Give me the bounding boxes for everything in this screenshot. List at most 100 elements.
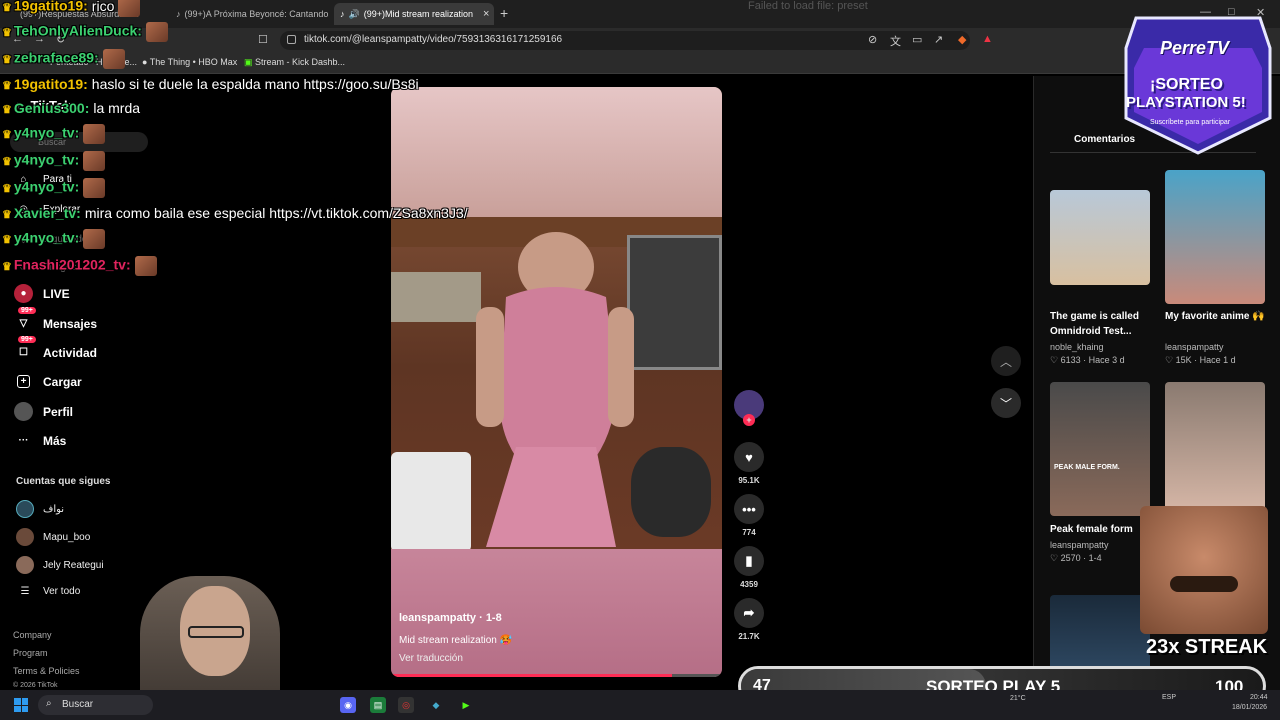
- video-user[interactable]: noble_khaing: [1050, 342, 1104, 352]
- chat-username: 19gatito19:: [13, 76, 88, 92]
- see-all-label: Ver todo: [43, 586, 81, 597]
- video-user[interactable]: leanspampatty: [1050, 540, 1109, 550]
- previous-video-button[interactable]: ︿: [991, 346, 1021, 376]
- video-thumbnail[interactable]: PEAK MALE FORM.: [1050, 382, 1150, 516]
- nav-mas[interactable]: ··· Más: [14, 431, 67, 450]
- crown-icon: ♛: [2, 1, 12, 14]
- brave-shield-icon[interactable]: ◆: [958, 33, 966, 46]
- app2-icon[interactable]: ◆: [428, 697, 444, 713]
- translate-link[interactable]: Ver traducción: [399, 653, 463, 664]
- browser-tab-3[interactable]: ♪ 🔊 (99+)Mid stream realization ×: [334, 3, 494, 25]
- author-avatar-button[interactable]: +: [733, 390, 765, 426]
- avatar: [16, 528, 34, 546]
- chat-text: haslo si te duele la espalda mano https:…: [91, 76, 419, 92]
- following-name: Jely Reategui: [43, 559, 104, 571]
- nav-mensajes[interactable]: ▽ 99+ Mensajes: [14, 307, 98, 333]
- obs-icon[interactable]: ◎: [398, 697, 414, 713]
- video-user[interactable]: leanspampatty: [1165, 342, 1224, 352]
- chat-emote: [118, 0, 141, 17]
- nav-perfil[interactable]: Perfil: [14, 402, 73, 421]
- nav-live[interactable]: ● LIVE: [14, 284, 70, 303]
- bookmark-item-hbo[interactable]: ● The Thing • HBO Max: [142, 57, 237, 67]
- nav-cargar[interactable]: + Cargar: [14, 372, 82, 391]
- video-title[interactable]: The game is called Omnidroid Test...: [1050, 309, 1150, 339]
- video-title[interactable]: Peak female form: [1050, 522, 1150, 537]
- bookmark-item-kick[interactable]: ▣ Stream - Kick Dashb...: [244, 57, 345, 68]
- chat-text: rico: [91, 0, 115, 14]
- close-tab-icon[interactable]: ×: [483, 8, 489, 20]
- video-title[interactable]: My favorite anime 🙌: [1165, 309, 1265, 324]
- comment-button[interactable]: ••• 774: [733, 494, 765, 537]
- new-tab-icon[interactable]: +: [500, 5, 508, 21]
- kick-taskbar-icon[interactable]: ▶: [458, 697, 474, 713]
- site-info-icon[interactable]: [287, 35, 296, 44]
- chat-emote: [83, 229, 106, 249]
- chat-message: ♛ Fnashi201202_tv:: [2, 256, 157, 276]
- when: 1-4: [1088, 553, 1102, 563]
- bookmark-page-icon[interactable]: ☐: [258, 33, 268, 46]
- heart-icon: ♥: [734, 442, 764, 472]
- hbo-icon: ●: [142, 57, 150, 67]
- chat-username: Genius300:: [13, 100, 90, 116]
- translate-icon[interactable]: 文: [890, 33, 901, 49]
- following-item[interactable]: نواف: [16, 500, 64, 518]
- discord-icon[interactable]: ◉: [340, 697, 356, 713]
- share-page-icon[interactable]: ↗: [934, 33, 943, 46]
- taskbar-search-label: Buscar: [62, 699, 94, 710]
- rewards-icon[interactable]: ▲: [982, 33, 993, 45]
- save-button[interactable]: ▮ 4359: [733, 546, 765, 589]
- chat-message: ♛ 19gatito19: haslo si te duele la espalda…: [2, 76, 419, 92]
- nav-label: Mensajes: [43, 316, 98, 331]
- screen: (99+)Respuestas Absurdas ... ♪ (99+)A Pró…: [0, 0, 1280, 720]
- see-all-link[interactable]: ☰ Ver todo: [16, 586, 81, 597]
- follow-plus-icon[interactable]: +: [743, 414, 755, 426]
- clock-date[interactable]: 18/01/2026: [1232, 704, 1267, 711]
- nav-label: LIVE: [43, 286, 70, 301]
- heart-icon: ♡: [1050, 553, 1061, 563]
- cast-icon[interactable]: ▭: [912, 33, 922, 46]
- nav-actividad[interactable]: ☐ 99+ Actividad: [14, 336, 97, 362]
- mute-icon[interactable]: ⊘: [868, 33, 877, 46]
- chat-username: y4nyo_tv:: [13, 178, 80, 195]
- author-name: leanspampatty: [399, 612, 477, 624]
- windows-start-icon[interactable]: [14, 698, 28, 712]
- video-thumbnail[interactable]: [1050, 190, 1150, 285]
- following-header: Cuentas que sigues: [16, 476, 111, 487]
- video-thumbnail[interactable]: [1165, 382, 1265, 516]
- chat-message: ♛ y4nyo_tv:: [2, 124, 106, 144]
- following-item[interactable]: Mapu_boo: [16, 528, 90, 546]
- chat-message: ♛ y4nyo_tv:: [2, 151, 106, 171]
- browser-tab-2[interactable]: ♪ (99+)A Próxima Beyoncé: Cantando: [170, 3, 330, 25]
- giveaway-line1: ¡SORTEO: [1150, 76, 1223, 93]
- giveaway-subtitle: Suscríbete para participar: [1150, 119, 1231, 126]
- mustache: [1170, 576, 1238, 592]
- following-item[interactable]: Jely Reategui: [16, 556, 104, 574]
- video-thumbnail[interactable]: [1165, 170, 1265, 304]
- avatar: [16, 556, 34, 574]
- chat-emote: [83, 151, 106, 171]
- thumbnail-text: PEAK MALE FORM.: [1054, 464, 1120, 471]
- video-stats: ♡ 15K · Hace 1 d: [1165, 355, 1236, 365]
- url-bar[interactable]: tiktok.com/@leanspampatty/video/75931363…: [280, 31, 970, 50]
- chevron-down-icon: ﹀: [999, 396, 1012, 411]
- like-button[interactable]: ♥ 95.1K: [733, 442, 765, 485]
- next-video-button[interactable]: ﹀: [991, 388, 1021, 418]
- footer-program[interactable]: Program: [13, 648, 48, 658]
- crown-icon: ♛: [2, 128, 12, 141]
- heart-icon: ♡: [1050, 355, 1061, 365]
- video-player[interactable]: leanspampatty · 1-8 Mid stream realizati…: [391, 87, 722, 677]
- chat-emote: [83, 178, 106, 198]
- clock-time[interactable]: 20:44: [1250, 694, 1268, 701]
- video-stats: ♡ 6133 · Hace 3 d: [1050, 355, 1125, 365]
- weather[interactable]: 21°C: [1010, 695, 1026, 702]
- share-button[interactable]: ➦ 21.7K: [733, 598, 765, 641]
- message-icon: ▽ 99+: [14, 307, 36, 333]
- taskbar-search[interactable]: ⌕ Buscar: [38, 695, 153, 715]
- video-progress[interactable]: [391, 674, 722, 677]
- language[interactable]: ESP: [1162, 694, 1176, 701]
- footer-terms[interactable]: Terms & Policies: [13, 666, 80, 676]
- app-icon[interactable]: ▤: [370, 697, 386, 713]
- bookmarks-bar: Penteado Hunt: Je... ● The Thing • HBO M…: [0, 53, 1280, 74]
- video-author[interactable]: leanspampatty · 1-8: [399, 612, 502, 624]
- footer-company[interactable]: Company: [13, 630, 52, 640]
